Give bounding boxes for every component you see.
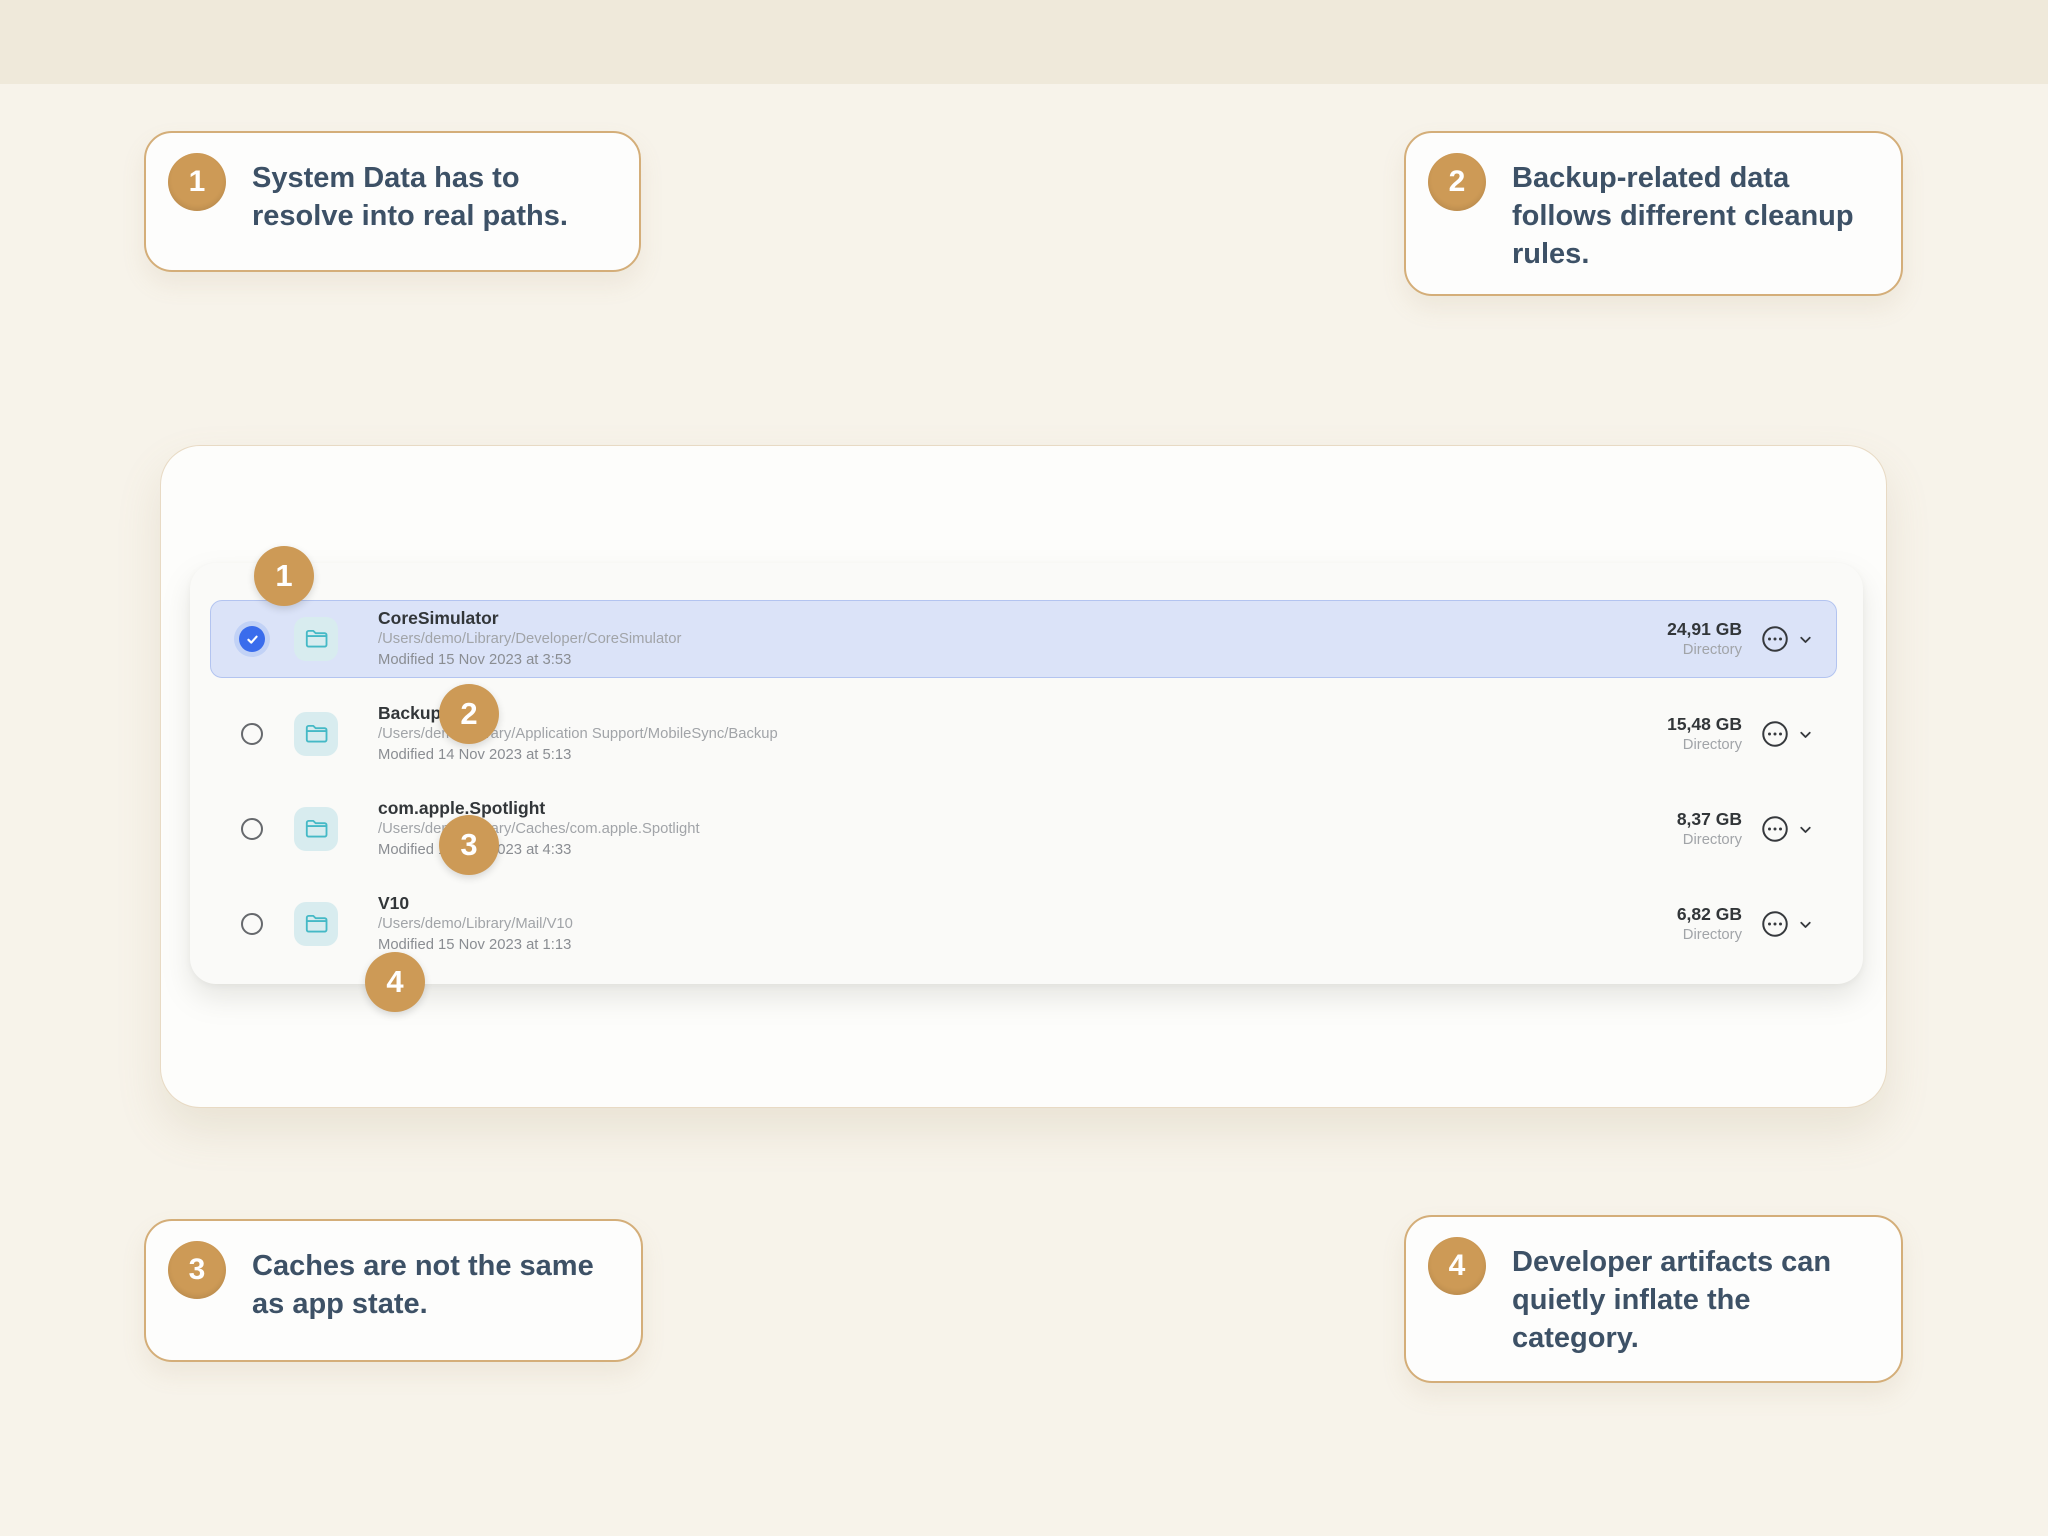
callout-text: Backup-related data follows different cl… [1512, 153, 1854, 273]
row-name: Backup [378, 702, 778, 724]
chevron-down-icon[interactable] [1797, 821, 1814, 838]
file-list-panel: CoreSimulator /Users/demo/Library/Develo… [190, 563, 1863, 984]
marker-badge-2: 2 [439, 684, 499, 744]
row-text: CoreSimulator /Users/demo/Library/Develo… [378, 607, 681, 671]
row-checkbox[interactable] [234, 621, 270, 657]
chevron-down-icon[interactable] [1797, 631, 1814, 648]
row-size: 15,48 GB [1667, 713, 1742, 735]
callout-text: System Data has to resolve into real pat… [252, 153, 568, 235]
row-size-block: 15,48 GB Directory [1667, 713, 1742, 756]
row-kind: Directory [1667, 640, 1742, 661]
row-checkbox[interactable] [234, 811, 270, 847]
callout-number-badge: 1 [168, 153, 226, 211]
row-name: CoreSimulator [378, 607, 681, 629]
row-size-block: 6,82 GB Directory [1677, 903, 1742, 946]
callout-backup-rules: 2 Backup-related data follows different … [1404, 131, 1903, 296]
callout-text: Developer artifacts can quietly inflate … [1512, 1237, 1831, 1357]
callout-developer-artifacts: 4 Developer artifacts can quietly inflat… [1404, 1215, 1903, 1383]
more-options-icon[interactable] [1760, 719, 1790, 749]
chevron-down-icon[interactable] [1797, 726, 1814, 743]
row-size-block: 24,91 GB Directory [1667, 618, 1742, 661]
more-options-icon[interactable] [1760, 624, 1790, 654]
row-path: /Users/demo/Library/Caches/com.apple.Spo… [378, 819, 700, 840]
callout-caches: 3 Caches are not the same as app state. [144, 1219, 643, 1362]
row-size-block: 8,37 GB Directory [1677, 808, 1742, 851]
more-options-icon[interactable] [1760, 814, 1790, 844]
checkbox-checked-icon [234, 621, 270, 657]
file-rows: CoreSimulator /Users/demo/Library/Develo… [210, 600, 1837, 963]
callout-number-badge: 3 [168, 1241, 226, 1299]
marker-badge-4: 4 [365, 952, 425, 1012]
file-row-coresimulator[interactable]: CoreSimulator /Users/demo/Library/Develo… [210, 600, 1837, 678]
radio-unchecked-icon [241, 723, 263, 745]
row-size: 6,82 GB [1677, 903, 1742, 925]
marker-badge-1: 1 [254, 546, 314, 606]
callout-text: Caches are not the same as app state. [252, 1241, 594, 1323]
row-modified: Modified 15 Nov 2023 at 3:53 [378, 650, 681, 671]
row-modified: Modified 15 Nov 2023 at 4:33 [378, 840, 700, 861]
row-path: /Users/demo/Library/Mail/V10 [378, 914, 573, 935]
more-options-icon[interactable] [1760, 909, 1790, 939]
callout-system-data: 1 System Data has to resolve into real p… [144, 131, 641, 272]
row-text: Backup /Users/demo/Library/Application S… [378, 702, 778, 766]
row-name: V10 [378, 892, 573, 914]
row-path: /Users/demo/Library/Developer/CoreSimula… [378, 629, 681, 650]
row-modified: Modified 15 Nov 2023 at 1:13 [378, 935, 573, 956]
row-modified: Modified 14 Nov 2023 at 5:13 [378, 745, 778, 766]
row-checkbox[interactable] [234, 906, 270, 942]
file-list-card: CoreSimulator /Users/demo/Library/Develo… [160, 445, 1887, 1108]
row-name: com.apple.Spotlight [378, 797, 700, 819]
file-row-v10[interactable]: V10 /Users/demo/Library/Mail/V10 Modifie… [210, 885, 1837, 963]
row-kind: Directory [1677, 925, 1742, 946]
row-path: /Users/demo/Library/Application Support/… [378, 724, 778, 745]
row-text: V10 /Users/demo/Library/Mail/V10 Modifie… [378, 892, 573, 956]
radio-unchecked-icon [241, 913, 263, 935]
top-band [0, 0, 2048, 84]
row-kind: Directory [1667, 735, 1742, 756]
row-checkbox[interactable] [234, 716, 270, 752]
folder-icon [294, 902, 338, 946]
marker-badge-3: 3 [439, 815, 499, 875]
row-size: 24,91 GB [1667, 618, 1742, 640]
row-kind: Directory [1677, 830, 1742, 851]
row-size: 8,37 GB [1677, 808, 1742, 830]
callout-number-badge: 2 [1428, 153, 1486, 211]
radio-unchecked-icon [241, 818, 263, 840]
folder-icon [294, 712, 338, 756]
chevron-down-icon[interactable] [1797, 916, 1814, 933]
row-text: com.apple.Spotlight /Users/demo/Library/… [378, 797, 700, 861]
folder-icon [294, 807, 338, 851]
folder-icon [294, 617, 338, 661]
callout-number-badge: 4 [1428, 1237, 1486, 1295]
